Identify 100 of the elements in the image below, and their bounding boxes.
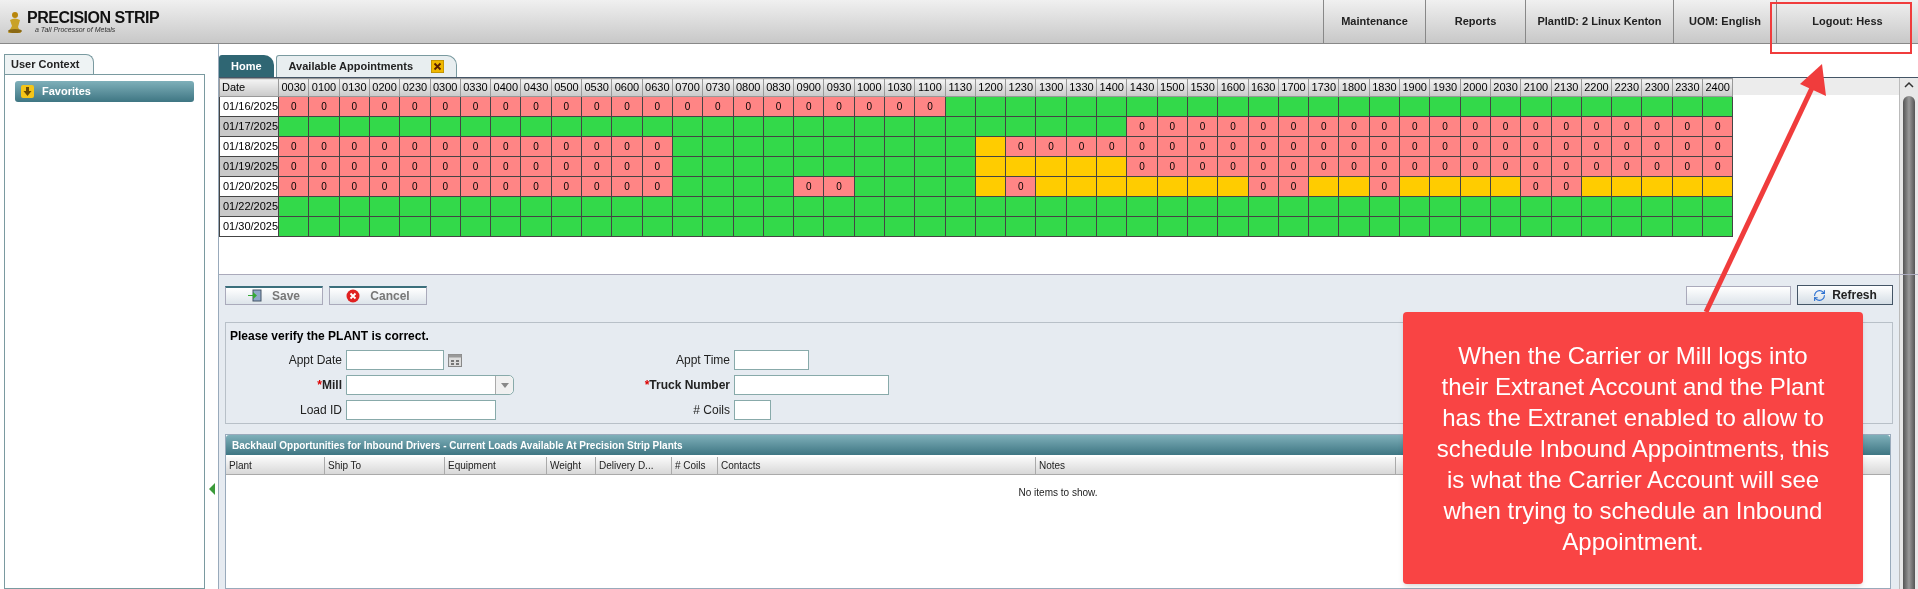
date-cell[interactable]: 01/20/2025 [219,176,279,196]
column-header: 2400 [1702,78,1733,96]
collapse-arrow-icon[interactable] [208,483,215,495]
menu-item[interactable]: Maintenance [1323,0,1425,43]
date-cell[interactable]: 01/22/2025 [219,196,279,216]
column-header: 0230 [399,78,431,96]
column-header: 2300 [1641,78,1673,96]
column-header: 1500 [1157,78,1188,96]
column-header[interactable]: Equipment [445,457,547,474]
column-header: 0300 [430,78,461,96]
column-header: 1100 [914,78,946,96]
column-header: 0130 [339,78,370,96]
expand-icon [21,85,34,98]
date-cell[interactable]: 01/30/2025 [219,216,279,236]
column-header: 1430 [1126,78,1158,96]
column-header: 0630 [642,78,673,96]
refresh-icon [1813,288,1827,302]
field-label: Appt Date [288,352,342,369]
column-header: 2030 [1490,78,1521,96]
column-header: 1000 [854,78,885,96]
refresh-button[interactable]: Refresh [1797,285,1893,305]
scrollbar[interactable] [1899,275,1918,589]
notice-text: Please verify the PLANT is correct. [230,328,430,345]
column-header: 0200 [369,78,400,96]
column-header[interactable]: Contacts [718,457,1036,474]
cancel-icon [346,288,361,303]
tab[interactable]: Home [219,55,274,77]
column-header[interactable]: # Coils [672,457,718,474]
column-header: 0700 [672,78,703,96]
column-header: 1600 [1217,78,1249,96]
date-cell[interactable]: 01/19/2025 [219,156,279,176]
input-field[interactable] [734,375,889,395]
column-header: 1900 [1399,78,1430,96]
date-field[interactable] [346,350,444,370]
menu-item[interactable]: Logout: Hess [1776,0,1918,43]
column-header: 0530 [581,78,612,96]
column-header: 2000 [1460,78,1491,96]
column-header: 0330 [460,78,491,96]
menu-item[interactable]: Reports [1425,0,1525,43]
column-header: 0400 [490,78,521,96]
field-label: # Coils [693,402,730,419]
date-cell[interactable]: 01/17/2025 [219,116,279,136]
empty-message: No items to show. [1018,486,1098,500]
column-header: 1800 [1338,78,1370,96]
save-button[interactable]: Save [225,285,323,305]
column-header: 1930 [1429,78,1461,96]
calendar-icon[interactable] [448,353,462,367]
tab[interactable]: Available Appointments [275,55,458,77]
date-cell[interactable]: 01/18/2025 [219,136,279,156]
column-header: 1230 [1005,78,1036,96]
close-icon[interactable] [431,60,445,73]
column-header: 0030 [278,78,309,96]
field-label: Load ID [299,402,342,419]
sidebar-tab[interactable]: User Context [4,54,95,74]
column-header: 0800 [733,78,764,96]
column-header: 0500 [551,78,582,96]
favorites-label: Favorites [42,84,91,100]
logo-icon [6,9,24,34]
column-header: 1200 [975,78,1006,96]
column-header: 2230 [1611,78,1642,96]
logo-title: PRECISION STRIP [27,10,160,26]
field-label: *Mill [317,377,342,394]
column-header[interactable]: Ship To [325,457,445,474]
caret-icon [500,382,509,388]
scrollbar[interactable] [1899,78,1918,274]
column-header: 0430 [520,78,552,96]
column-header: 1630 [1248,78,1279,96]
column-header: 1030 [884,78,915,96]
column-header: 0730 [702,78,733,96]
column-header[interactable]: Delivery D... [596,457,672,474]
field-label: Appt Time [675,352,730,369]
column-header: 2100 [1520,78,1552,96]
column-header: 1330 [1066,78,1097,96]
column-header: 1700 [1278,78,1309,96]
field-label: *Truck Number [644,377,730,394]
column-header: 1530 [1187,78,1218,96]
column-header: 2200 [1581,78,1612,96]
menu-item[interactable]: UOM: English [1673,0,1776,43]
input-field[interactable] [346,400,496,420]
column-header: 1130 [945,78,976,96]
column-header: 1730 [1308,78,1339,96]
cancel-button[interactable]: Cancel [329,285,427,305]
menu-item[interactable]: PlantID: 2 Linux Kenton [1525,0,1673,43]
column-header: 1400 [1096,78,1127,96]
column-header: 2130 [1551,78,1582,96]
date-cell[interactable]: 01/16/2025 [219,96,279,116]
column-header[interactable]: Weight [547,457,596,474]
column-header: Date [219,78,279,96]
input-field[interactable] [734,350,809,370]
column-header: 1300 [1036,78,1067,96]
column-header: 0930 [823,78,855,96]
column-header: 1830 [1369,78,1400,96]
toolbar-button[interactable] [1686,285,1791,305]
save-icon [248,289,262,302]
column-header: 0900 [793,78,824,96]
column-header[interactable]: Plant [226,457,325,474]
column-header[interactable]: Notes [1036,457,1396,474]
input-field[interactable] [734,400,771,420]
column-header: 0600 [611,78,643,96]
column-header: 0100 [308,78,340,96]
